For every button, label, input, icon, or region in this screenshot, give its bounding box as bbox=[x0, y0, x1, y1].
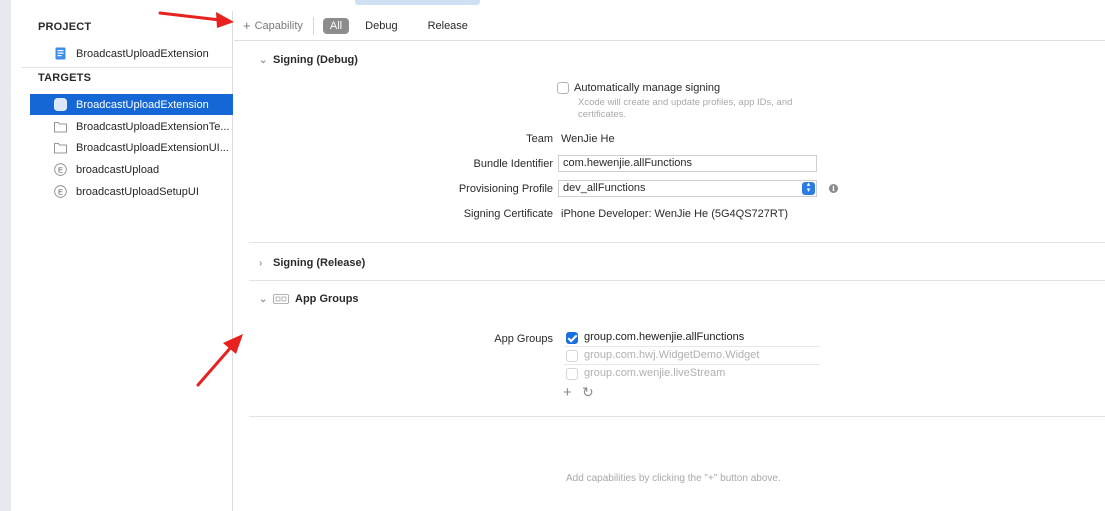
app-group-checkbox[interactable] bbox=[566, 332, 578, 344]
add-capabilities-hint: Add capabilities by clicking the "+" but… bbox=[566, 473, 781, 484]
section-divider bbox=[22, 67, 233, 68]
extension-e-icon: E bbox=[54, 163, 67, 176]
signing-certificate-label: Signing Certificate bbox=[463, 208, 553, 220]
app-groups-header[interactable]: ⌄ App Groups bbox=[259, 293, 359, 305]
signing-capabilities-editor: ⌄ Signing (Debug) Automatically manage s… bbox=[249, 42, 1105, 511]
sidebar-item-target-uitests[interactable]: BroadcastUploadExtensionUI... bbox=[30, 137, 233, 158]
provisioning-profile-label: Provisioning Profile bbox=[458, 183, 553, 195]
annotation-arrow-icon bbox=[158, 11, 234, 28]
chevron-down-icon: ⌄ bbox=[259, 54, 268, 66]
sidebar-item-target-broadcastupload[interactable]: E broadcastUpload bbox=[30, 159, 233, 180]
section-divider bbox=[249, 242, 1105, 243]
auto-manage-signing-label: Automatically manage signing bbox=[574, 82, 721, 94]
tab-release[interactable]: Release bbox=[422, 18, 474, 34]
list-item[interactable]: group.com.wenjie.liveStream bbox=[564, 365, 820, 383]
sidebar-item-label: BroadcastUploadExtension bbox=[76, 47, 209, 60]
sidebar-item-project[interactable]: BroadcastUploadExtension bbox=[30, 43, 233, 64]
add-app-group-button[interactable]: + bbox=[563, 384, 572, 401]
window-edge-strip bbox=[0, 0, 11, 511]
app-group-id: group.com.hwj.WidgetDemo.Widget bbox=[584, 349, 760, 361]
auto-manage-signing-note: Xcode will create and update profiles, a… bbox=[578, 97, 793, 120]
folder-icon bbox=[54, 143, 67, 154]
project-file-icon bbox=[55, 47, 66, 60]
chevron-down-icon: ⌄ bbox=[259, 293, 268, 305]
provisioning-profile-popup[interactable]: dev_allFunctions ▴ ▾ bbox=[558, 180, 817, 197]
add-capability-button[interactable]: + Capability bbox=[243, 18, 303, 33]
svg-text:E: E bbox=[58, 187, 63, 196]
app-group-id: group.com.wenjie.liveStream bbox=[584, 367, 726, 379]
extension-e-icon: E bbox=[54, 185, 67, 198]
sidebar-item-label: BroadcastUploadExtensionTe... bbox=[76, 120, 230, 133]
popup-arrows-icon: ▴ ▾ bbox=[802, 181, 815, 195]
signing-certificate-value: iPhone Developer: WenJie He (5G4QS727RT) bbox=[561, 208, 789, 220]
app-group-id: group.com.hewenjie.allFunctions bbox=[584, 331, 745, 343]
sidebar-item-label: broadcastUploadSetupUI bbox=[76, 185, 199, 198]
list-item[interactable]: group.com.hewenjie.allFunctions bbox=[564, 329, 820, 347]
signing-debug-header[interactable]: ⌄ Signing (Debug) bbox=[259, 54, 358, 66]
bundle-identifier-field[interactable]: com.hewenjie.allFunctions bbox=[558, 155, 817, 172]
sidebar-item-label: BroadcastUploadExtension bbox=[76, 98, 209, 111]
project-navigator-sidebar: PROJECT BroadcastUploadExtension TARGETS… bbox=[22, 11, 233, 511]
folder-icon bbox=[54, 122, 67, 133]
sidebar-item-target-broadcastuploadsetupui[interactable]: E broadcastUploadSetupUI bbox=[30, 181, 233, 202]
plus-icon: + bbox=[243, 18, 251, 33]
signing-release-header[interactable]: › Signing (Release) bbox=[259, 257, 365, 269]
bundle-identifier-label: Bundle Identifier bbox=[473, 158, 554, 170]
tab-all[interactable]: All bbox=[322, 17, 350, 34]
section-divider bbox=[249, 416, 1105, 417]
toolbar-divider bbox=[312, 16, 314, 35]
chevron-right-icon: › bbox=[259, 257, 263, 269]
provisioning-profile-value: dev_allFunctions bbox=[563, 182, 646, 194]
sidebar-item-label: broadcastUpload bbox=[76, 163, 160, 176]
sidebar-item-label: BroadcastUploadExtensionUI... bbox=[76, 141, 229, 154]
section-divider bbox=[249, 280, 1105, 281]
app-groups-list: group.com.hewenjie.allFunctions group.co… bbox=[564, 329, 820, 383]
targets-section-title: TARGETS bbox=[38, 72, 92, 84]
app-group-checkbox[interactable] bbox=[566, 368, 578, 380]
app-groups-icon bbox=[273, 294, 289, 304]
svg-text:E: E bbox=[58, 165, 63, 174]
sidebar-item-target-broadcastuploadextension[interactable]: BroadcastUploadExtension bbox=[30, 94, 233, 115]
app-groups-label: App Groups bbox=[494, 333, 553, 345]
app-groups-title: App Groups bbox=[295, 293, 359, 305]
auto-manage-signing-checkbox[interactable] bbox=[557, 82, 569, 94]
sidebar-item-target-tests[interactable]: BroadcastUploadExtensionTe... bbox=[30, 116, 233, 137]
app-group-checkbox[interactable] bbox=[566, 350, 578, 362]
signing-release-title: Signing (Release) bbox=[273, 257, 366, 269]
top-scroll-hint bbox=[355, 0, 480, 5]
info-icon[interactable]: i bbox=[829, 184, 838, 193]
team-value[interactable]: WenJie He bbox=[561, 133, 615, 145]
annotation-arrow-icon bbox=[196, 334, 243, 387]
team-label: Team bbox=[526, 133, 553, 145]
project-section-title: PROJECT bbox=[38, 21, 92, 33]
tab-debug[interactable]: Debug bbox=[359, 18, 403, 34]
add-capability-label: Capability bbox=[254, 19, 303, 32]
capabilities-toolbar: + Capability All Debug Release bbox=[234, 11, 1105, 41]
app-extension-icon bbox=[54, 98, 67, 111]
signing-debug-title: Signing (Debug) bbox=[273, 54, 358, 66]
list-item[interactable]: group.com.hwj.WidgetDemo.Widget bbox=[564, 347, 820, 365]
refresh-app-groups-button[interactable]: ↻ bbox=[582, 384, 594, 401]
